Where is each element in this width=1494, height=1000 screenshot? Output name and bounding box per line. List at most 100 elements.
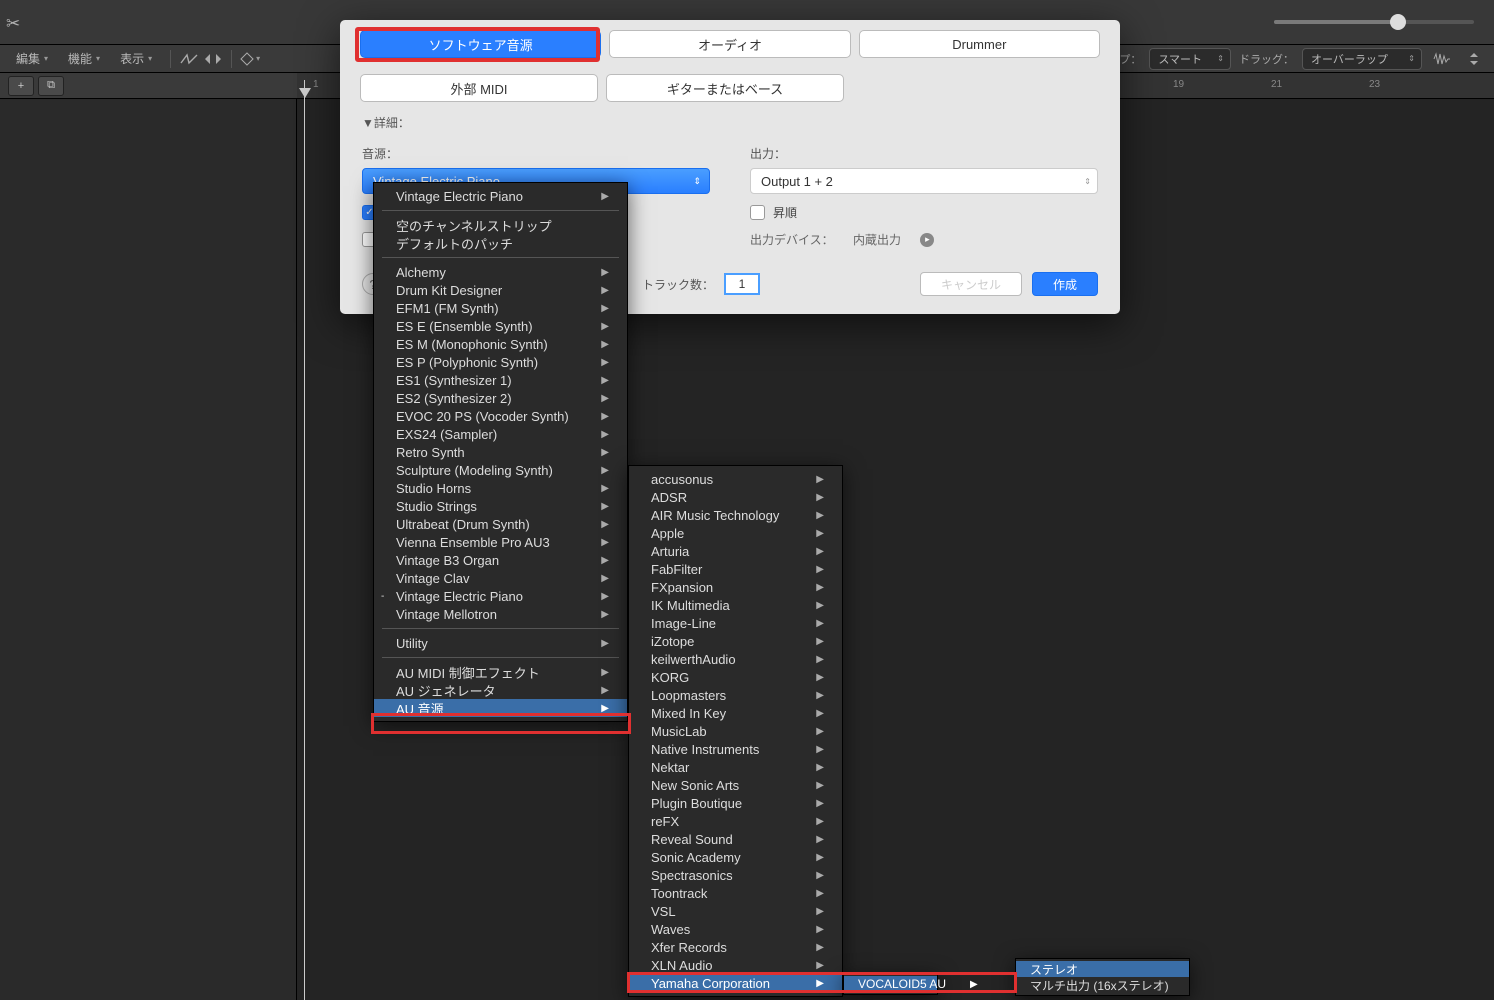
output-config-menu: ステレオ マルチ出力 (16xステレオ) (1015, 958, 1190, 996)
snap-select[interactable]: スマート⇕ (1149, 48, 1231, 70)
ascending-checkbox[interactable] (750, 205, 765, 220)
menu-item[interactable]: Loopmasters▶ (629, 686, 842, 704)
menu-item-default-patch[interactable]: デフォルトのパッチ (374, 234, 627, 252)
function-menu[interactable]: 機能▾ (60, 48, 108, 70)
ascending-label: 昇順 (773, 204, 797, 221)
menu-item[interactable]: ES E (Ensemble Synth)▶ (374, 317, 627, 335)
menu-item[interactable]: FabFilter▶ (629, 560, 842, 578)
detail-toggle[interactable]: ▼詳細： (340, 110, 1120, 135)
menu-item[interactable]: Toontrack▶ (629, 884, 842, 902)
drag-select[interactable]: オーバーラップ⇕ (1302, 48, 1422, 70)
menu-item[interactable]: Ultrabeat (Drum Synth)▶ (374, 515, 627, 533)
menu-item[interactable]: Image-Line▶ (629, 614, 842, 632)
menu-item[interactable]: Sonic Academy▶ (629, 848, 842, 866)
cancel-button[interactable]: キャンセル (920, 272, 1022, 296)
menu-item[interactable]: Apple▶ (629, 524, 842, 542)
menu-item[interactable]: ES M (Monophonic Synth)▶ (374, 335, 627, 353)
tab-audio[interactable]: オーディオ (609, 30, 850, 58)
vert-zoom-icon[interactable] (1462, 48, 1486, 70)
menu-item[interactable]: Yamaha Corporation▶ (629, 974, 842, 992)
menu-item[interactable]: Native Instruments▶ (629, 740, 842, 758)
menu-item[interactable]: keilwerthAudio▶ (629, 650, 842, 668)
menu-item[interactable]: Waves▶ (629, 920, 842, 938)
menu-item[interactable]: Arturia▶ (629, 542, 842, 560)
menu-item[interactable]: accusonus▶ (629, 470, 842, 488)
output-device-label: 出力デバイス： (750, 231, 834, 248)
menu-item[interactable]: Studio Strings▶ (374, 497, 627, 515)
menu-item[interactable]: Alchemy▶ (374, 263, 627, 281)
create-button[interactable]: 作成 (1032, 272, 1098, 296)
menu-item[interactable]: Retro Synth▶ (374, 443, 627, 461)
menu-item-empty-strip[interactable]: 空のチャンネルストリップ (374, 216, 627, 234)
menu-item[interactable]: ES1 (Synthesizer 1)▶ (374, 371, 627, 389)
tab-external-midi[interactable]: 外部 MIDI (360, 74, 598, 102)
manufacturer-menu: accusonus▶ADSR▶AIR Music Technology▶Appl… (628, 465, 843, 997)
menu-item[interactable]: Vintage B3 Organ▶ (374, 551, 627, 569)
menu-item-au-generator[interactable]: AU ジェネレータ▶ (374, 681, 627, 699)
track-count-label: トラック数： (642, 276, 714, 293)
menu-item[interactable]: AIR Music Technology▶ (629, 506, 842, 524)
menu-item[interactable]: -Vintage Electric Piano▶ (374, 587, 627, 605)
menu-item[interactable]: IK Multimedia▶ (629, 596, 842, 614)
tab-software-instrument[interactable]: ソフトウェア音源 (360, 30, 601, 58)
menu-item[interactable]: Mixed In Key▶ (629, 704, 842, 722)
menu-item[interactable]: Vienna Ensemble Pro AU3▶ (374, 533, 627, 551)
zoom-slider[interactable] (1274, 12, 1474, 32)
menu-item[interactable]: reFX▶ (629, 812, 842, 830)
playhead[interactable] (304, 80, 305, 1000)
playhead-handle-icon[interactable] (299, 88, 311, 98)
menu-item[interactable]: Plugin Boutique▶ (629, 794, 842, 812)
zoom-knob[interactable] (1390, 14, 1406, 30)
menu-item[interactable]: Xfer Records▶ (629, 938, 842, 956)
menu-item[interactable]: XLN Audio▶ (629, 956, 842, 974)
output-label: 出力： (750, 145, 1098, 162)
menu-item[interactable]: FXpansion▶ (629, 578, 842, 596)
menu-item-multi-out[interactable]: マルチ出力 (16xステレオ) (1016, 977, 1189, 993)
menu-item[interactable]: Drum Kit Designer▶ (374, 281, 627, 299)
tool-marker-icon[interactable]: ▾ (238, 48, 262, 70)
menu-item[interactable]: Studio Horns▶ (374, 479, 627, 497)
output-select[interactable]: Output 1 + 2⇕ (750, 168, 1098, 194)
menu-item[interactable]: EXS24 (Sampler)▶ (374, 425, 627, 443)
menu-item-au-midi[interactable]: AU MIDI 制御エフェクト▶ (374, 663, 627, 681)
instrument-label: 音源： (362, 145, 710, 162)
menu-item[interactable]: Nektar▶ (629, 758, 842, 776)
menu-item-vocaloid5[interactable]: VOCALOID5 AU▶ (844, 976, 937, 992)
view-menu[interactable]: 表示▾ (112, 48, 160, 70)
menu-item[interactable]: KORG▶ (629, 668, 842, 686)
instrument-menu: Vintage Electric Piano▶ 空のチャンネルストリップ デフォ… (373, 182, 628, 722)
drag-label: ドラッグ： (1239, 51, 1294, 67)
output-device-value: 内蔵出力 (853, 231, 901, 248)
menu-item[interactable]: EFM1 (FM Synth)▶ (374, 299, 627, 317)
menu-item[interactable]: Spectrasonics▶ (629, 866, 842, 884)
tab-drummer[interactable]: Drummer (859, 30, 1100, 58)
menu-item-stereo[interactable]: ステレオ (1016, 961, 1189, 977)
menu-item[interactable]: ES2 (Synthesizer 2)▶ (374, 389, 627, 407)
edit-menu[interactable]: 編集▾ (8, 48, 56, 70)
plugin-menu: VOCALOID5 AU▶ (843, 973, 938, 995)
output-device-arrow-icon[interactable]: ▸ (920, 233, 934, 247)
catch-icon[interactable] (201, 48, 225, 70)
menu-item[interactable]: ADSR▶ (629, 488, 842, 506)
duplicate-track-icon[interactable]: ⧉ (38, 76, 64, 96)
add-track-icon[interactable]: + (8, 76, 34, 96)
menu-item-au-instrument[interactable]: AU 音源▶ (374, 699, 627, 717)
menu-item[interactable]: iZotope▶ (629, 632, 842, 650)
automation-curve-icon[interactable] (177, 48, 201, 70)
menu-item[interactable]: New Sonic Arts▶ (629, 776, 842, 794)
menu-item[interactable]: Vintage Clav▶ (374, 569, 627, 587)
menu-item[interactable]: VSL▶ (629, 902, 842, 920)
menu-item[interactable]: ES P (Polyphonic Synth)▶ (374, 353, 627, 371)
track-list-panel (0, 99, 297, 1000)
menu-item[interactable]: Sculpture (Modeling Synth)▶ (374, 461, 627, 479)
waveform-zoom-icon[interactable] (1430, 48, 1454, 70)
tab-guitar-bass[interactable]: ギターまたはベース (606, 74, 844, 102)
track-count-input[interactable] (724, 273, 760, 295)
menu-item[interactable]: MusicLab▶ (629, 722, 842, 740)
menu-item[interactable]: Reveal Sound▶ (629, 830, 842, 848)
menu-item[interactable]: EVOC 20 PS (Vocoder Synth)▶ (374, 407, 627, 425)
menu-item-utility[interactable]: Utility▶ (374, 634, 627, 652)
scissors-icon[interactable]: ✂ (6, 14, 20, 34)
menu-item[interactable]: Vintage Mellotron▶ (374, 605, 627, 623)
menu-item-current[interactable]: Vintage Electric Piano▶ (374, 187, 627, 205)
